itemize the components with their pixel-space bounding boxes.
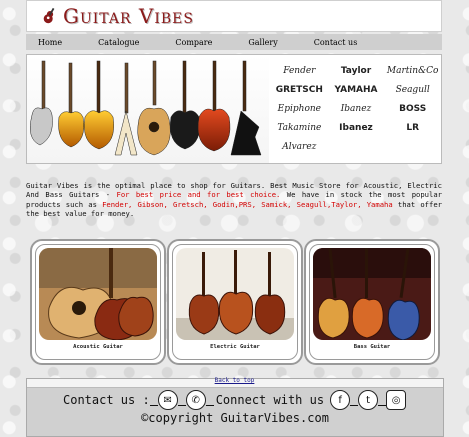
- nav-catalogue[interactable]: Catalogue: [98, 38, 139, 47]
- bass-guitar-image: [313, 248, 431, 340]
- card-label: Acoustic Guitar: [73, 344, 123, 350]
- guitars-lineup-image: [27, 55, 269, 163]
- brands-highlight: Fender, Gibson, Gretsch, Godin,PRS, Sami…: [102, 199, 393, 209]
- connect-label: Connect with us: [215, 393, 325, 407]
- brand-logo: LR: [406, 122, 419, 133]
- electric-guitar-image: [176, 248, 294, 340]
- brand-logo: Seagull: [395, 84, 430, 95]
- category-cards: Acoustic Guitar Electric Guitar Bass Gui…: [30, 239, 440, 365]
- page-wrapper: Guitar Vibes Home Catalogue Compare Gall…: [26, 0, 442, 164]
- contact-line: Contact us : ✉ ✆ Connect with us f t ◎: [63, 390, 407, 410]
- back-to-top-link[interactable]: Back to top: [0, 377, 469, 384]
- site-header: Guitar Vibes: [26, 0, 442, 32]
- brand-logo: BOSS: [399, 103, 427, 114]
- nav-home[interactable]: Home: [38, 38, 62, 47]
- nav-gallery[interactable]: Gallery: [248, 38, 277, 47]
- brand-logo: Fender: [283, 65, 316, 76]
- brand-logo: Ibanez: [339, 122, 373, 133]
- price-highlight: For best price and for best choice.: [116, 190, 281, 200]
- brand-logo: Ibanez: [340, 103, 372, 114]
- brand-logo: Alvarez: [282, 141, 317, 152]
- brand-logo: GRETSCH: [275, 84, 323, 95]
- phone-icon[interactable]: ✆: [185, 390, 206, 410]
- brand-logo: Martin&Co: [386, 65, 439, 76]
- card-electric-guitar[interactable]: Electric Guitar: [167, 239, 303, 365]
- instagram-icon[interactable]: ◎: [386, 390, 407, 410]
- site-title[interactable]: Guitar Vibes: [63, 4, 194, 28]
- brand-logo: YAMAHA: [334, 84, 378, 95]
- card-label: Bass Guitar: [353, 344, 391, 350]
- nav-compare[interactable]: Compare: [175, 38, 212, 47]
- brand-logo: Takamine: [277, 122, 322, 133]
- brand-logos: Fender Taylor Martin&Co GRETSCH YAMAHA S…: [271, 61, 441, 159]
- main-nav: Home Catalogue Compare Gallery Contact u…: [26, 34, 442, 50]
- contact-label: Contact us :: [63, 393, 150, 407]
- acoustic-guitar-image: [39, 248, 157, 340]
- hero-banner: Fender Taylor Martin&Co GRETSCH YAMAHA S…: [26, 54, 442, 164]
- card-acoustic-guitar[interactable]: Acoustic Guitar: [30, 239, 166, 365]
- site-footer: Contact us : ✉ ✆ Connect with us f t ◎ ©…: [26, 378, 444, 437]
- email-icon[interactable]: ✉: [157, 390, 178, 410]
- card-label: Electric Guitar: [210, 344, 260, 350]
- intro-paragraph: Guitar Vibes is the optimal place to sho…: [26, 181, 442, 218]
- twitter-icon[interactable]: t: [358, 390, 379, 410]
- guitar-logo-icon: [43, 7, 55, 24]
- copyright-text: ©copyright GuitarVibes.com: [141, 411, 329, 425]
- facebook-icon[interactable]: f: [330, 390, 351, 410]
- nav-contact-us[interactable]: Contact us: [314, 38, 358, 47]
- brand-logo: Epiphone: [277, 103, 321, 114]
- brand-logo: Taylor: [340, 65, 372, 76]
- card-bass-guitar[interactable]: Bass Guitar: [304, 239, 440, 365]
